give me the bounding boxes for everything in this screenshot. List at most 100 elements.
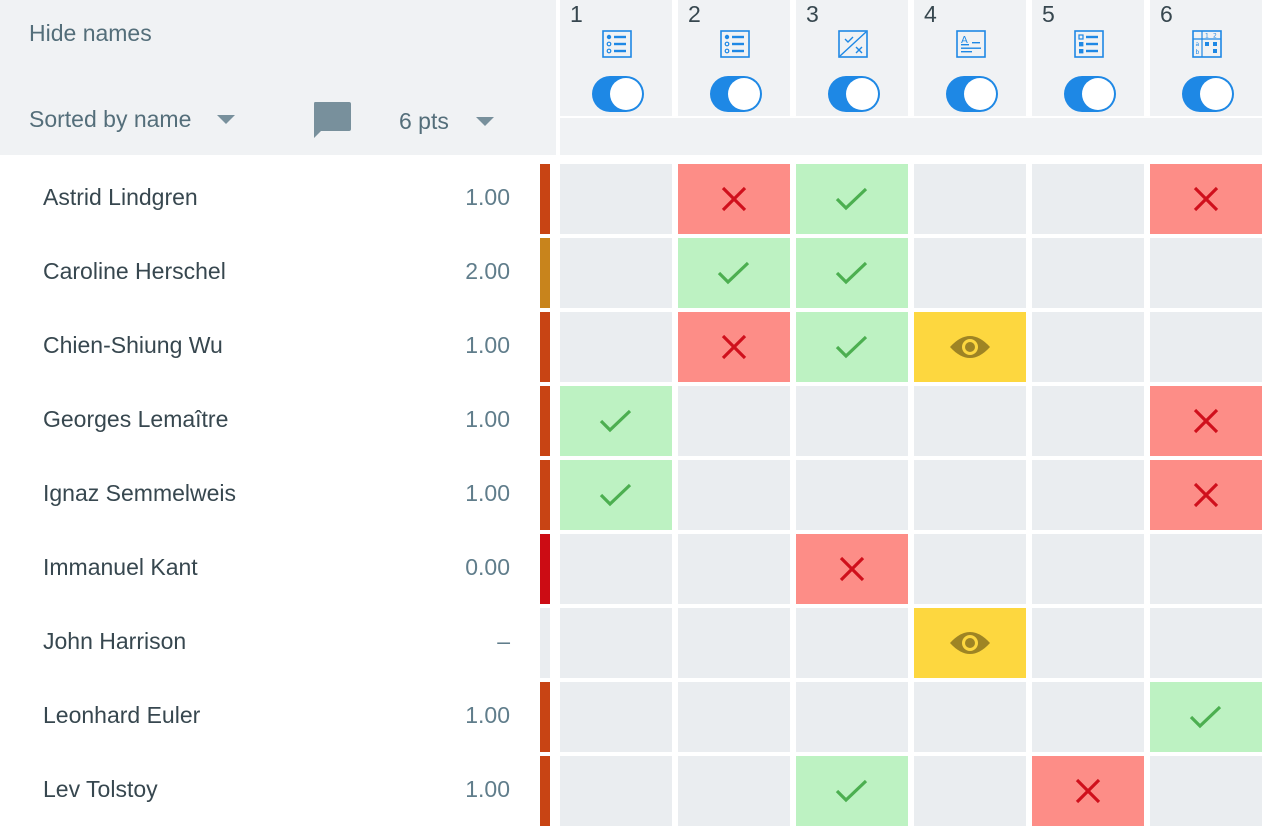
answer-cell-correct[interactable] [796,238,908,308]
answer-cell-empty[interactable] [1150,312,1262,382]
question-number[interactable]: 2 [688,1,701,28]
student-score: 1.00 [465,406,510,432]
answer-cell-empty[interactable] [1150,756,1262,826]
answer-cell-empty[interactable] [560,756,672,826]
student-name[interactable]: John Harrison [43,628,186,655]
points-dropdown[interactable]: 6 pts [399,108,494,135]
answer-cell-wrong[interactable] [678,164,790,234]
question-toggle[interactable] [592,76,644,112]
student-row: John Harrison – [0,608,1262,678]
student-row: Immanuel Kant 0.00 [0,534,1262,604]
answer-cell-empty[interactable] [560,608,672,678]
answer-cell-empty[interactable] [1032,534,1144,604]
hide-names-button[interactable]: Hide names [29,20,152,47]
question-toggle[interactable] [710,76,762,112]
check-icon [1189,704,1223,730]
answer-cell-empty[interactable] [1150,238,1262,308]
answer-cell-empty[interactable] [796,386,908,456]
student-name[interactable]: Chien-Shiung Wu [43,332,223,359]
question-toggle[interactable] [946,76,998,112]
answer-cell-empty[interactable] [1032,164,1144,234]
score-bar [540,608,550,678]
answer-cell-correct[interactable] [678,238,790,308]
svg-text:2: 2 [1213,33,1217,40]
cross-icon [1074,777,1102,805]
question-header: 2 [678,0,796,155]
answer-cell-empty[interactable] [560,312,672,382]
question-number[interactable]: 1 [570,1,583,28]
answer-cell-empty[interactable] [678,534,790,604]
answer-cell-empty[interactable] [1032,386,1144,456]
question-number[interactable]: 3 [806,1,819,28]
text-answer-icon: A [956,30,986,58]
answer-cell-empty[interactable] [560,238,672,308]
answer-cell-empty[interactable] [796,608,908,678]
answer-cell-empty[interactable] [560,534,672,604]
question-number[interactable]: 5 [1042,1,1055,28]
eye-icon [949,333,991,361]
answer-cell-wrong[interactable] [1150,164,1262,234]
student-name[interactable]: Leonhard Euler [43,702,200,729]
student-name[interactable]: Immanuel Kant [43,554,198,581]
answer-cell-empty[interactable] [678,460,790,530]
comment-icon[interactable] [312,101,352,139]
cross-icon [720,333,748,361]
answer-cell-correct[interactable] [796,312,908,382]
answer-cell-empty[interactable] [678,756,790,826]
student-row: Leonhard Euler 1.00 [0,682,1262,752]
answer-cell-wrong[interactable] [796,534,908,604]
student-score: 1.00 [465,480,510,506]
answer-cell-empty[interactable] [914,682,1026,752]
sort-dropdown[interactable]: Sorted by name [29,106,236,133]
answer-cell-empty[interactable] [914,164,1026,234]
answer-cell-correct[interactable] [1150,682,1262,752]
answer-cell-correct[interactable] [796,164,908,234]
answer-cell-empty[interactable] [796,460,908,530]
answer-cell-empty[interactable] [914,756,1026,826]
answer-cell-empty[interactable] [678,608,790,678]
answer-cell-empty[interactable] [1150,608,1262,678]
student-row: Ignaz Semmelweis 1.00 [0,460,1262,530]
answer-cell-empty[interactable] [796,682,908,752]
answer-cell-empty[interactable] [1032,608,1144,678]
svg-text:a: a [1196,41,1200,48]
answer-cell-empty[interactable] [914,460,1026,530]
answer-cell-review[interactable] [914,312,1026,382]
answer-cell-empty[interactable] [914,534,1026,604]
answer-cell-correct[interactable] [796,756,908,826]
answer-cell-empty[interactable] [678,386,790,456]
answer-cell-empty[interactable] [914,238,1026,308]
question-toggle[interactable] [1064,76,1116,112]
student-score: 1.00 [465,776,510,802]
answer-cell-empty[interactable] [1032,238,1144,308]
answer-cell-empty[interactable] [1032,460,1144,530]
answer-cell-review[interactable] [914,608,1026,678]
answer-cell-wrong[interactable] [1150,460,1262,530]
student-name[interactable]: Georges Lemaître [43,406,228,433]
question-number[interactable]: 4 [924,1,937,28]
student-name[interactable]: Astrid Lindgren [43,184,198,211]
answer-cell-empty[interactable] [1032,682,1144,752]
answer-cell-wrong[interactable] [1032,756,1144,826]
answer-cell-wrong[interactable] [1150,386,1262,456]
answer-cell-empty[interactable] [1150,534,1262,604]
answer-cell-empty[interactable] [914,386,1026,456]
check-icon [835,778,869,804]
student-score: 1.00 [465,332,510,358]
student-name[interactable]: Caroline Herschel [43,258,226,285]
student-name[interactable]: Lev Tolstoy [43,776,158,803]
question-toggle[interactable] [1182,76,1234,112]
answer-cell-empty[interactable] [560,164,672,234]
student-name[interactable]: Ignaz Semmelweis [43,480,236,507]
cross-icon [1192,481,1220,509]
question-toggle[interactable] [828,76,880,112]
multiple-choice-icon [720,30,750,58]
answer-cell-correct[interactable] [560,386,672,456]
question-number[interactable]: 6 [1160,1,1173,28]
answer-cell-empty[interactable] [1032,312,1144,382]
answer-cell-wrong[interactable] [678,312,790,382]
answer-cell-empty[interactable] [560,682,672,752]
score-bar [540,460,550,530]
answer-cell-empty[interactable] [678,682,790,752]
answer-cell-correct[interactable] [560,460,672,530]
